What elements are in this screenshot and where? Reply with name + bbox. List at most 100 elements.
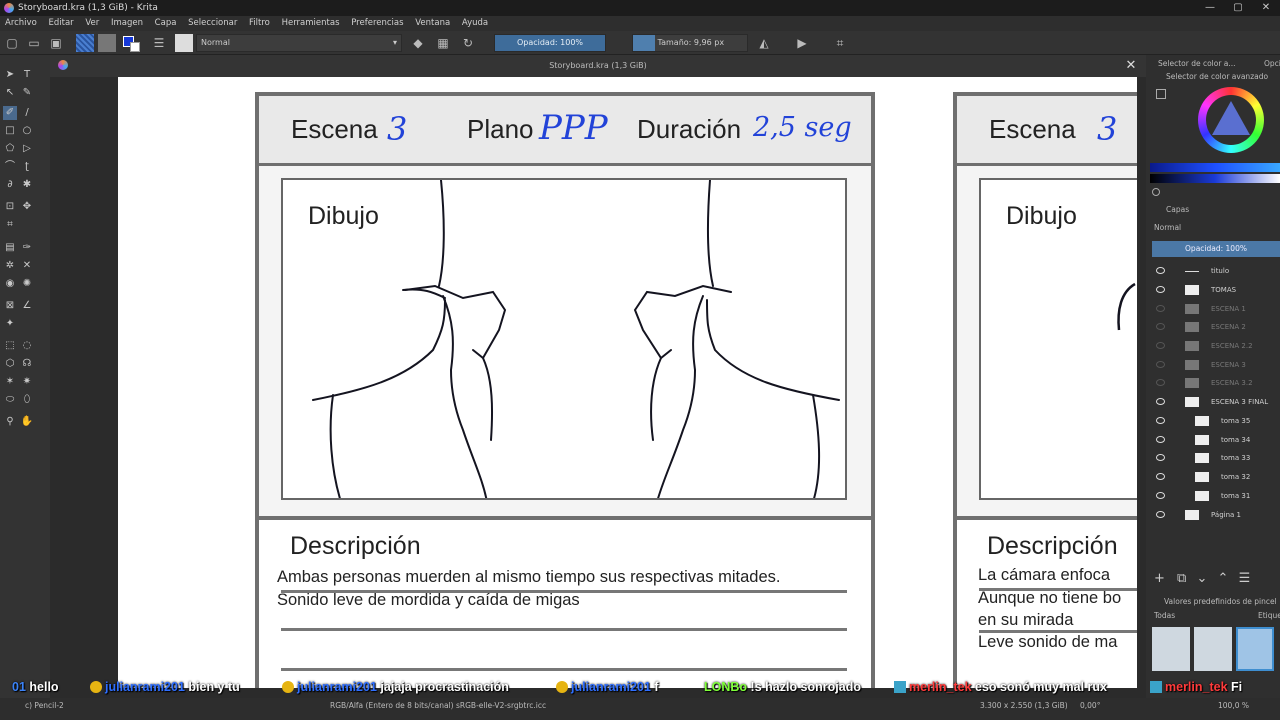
status-zoom[interactable]: 100,0 % [1218,698,1249,714]
similar-select-icon[interactable]: ✷ [20,375,34,389]
menu-editar[interactable]: Editar [43,16,77,31]
eye-icon[interactable] [1156,454,1165,461]
document-tab[interactable]: Storyboard.kra (1,3 GiB) [50,55,1146,77]
brush-tag-select[interactable]: Etique [1258,611,1280,620]
contiguous-select-icon[interactable]: ✶ [3,375,17,389]
polygon-select-icon[interactable]: ⬡ [3,357,17,371]
layer-menu-icon[interactable]: ☰ [1239,571,1251,586]
layer-toma-32[interactable]: toma 32 [1150,468,1280,486]
layer-toma-34[interactable]: toma 34 [1150,431,1280,449]
eye-icon[interactable] [1156,511,1165,518]
brush-preset-1[interactable] [1152,627,1190,671]
smart-patch-icon[interactable]: ✲ [3,259,17,273]
calligraphy-icon[interactable]: ✎ [20,86,34,100]
panel-2-drawing-box[interactable]: Dibujo [979,178,1137,500]
layers-opacity-slider[interactable]: Opacidad: 100% [1152,241,1280,257]
layers-blend-mode[interactable]: Normal [1154,223,1181,232]
freehand-brush-icon[interactable]: ✐ [3,106,17,120]
brush-preset-icon[interactable] [175,34,193,52]
rect-select-icon[interactable]: ⬚ [3,339,17,353]
menu-seleccionar[interactable]: Seleccionar [183,16,241,31]
crop-tool-icon[interactable]: ⌗ [3,218,17,232]
brush-preset-3[interactable] [1236,627,1274,671]
tab-options[interactable]: Opcione [1264,59,1280,68]
tab-color-selector[interactable]: Selector de color a... [1158,59,1236,68]
alpha-lock-icon[interactable]: ▦ [435,35,451,51]
menu-capa[interactable]: Capa [150,16,181,31]
eye-icon[interactable] [1156,286,1165,293]
close-window-button[interactable]: ✕ [1252,0,1280,16]
hue-slider[interactable] [1150,163,1280,172]
select-shapes-icon[interactable]: ➤ [3,68,17,82]
layer-escena-3[interactable]: ESCENA 3 [1150,356,1280,374]
polyline-tool-icon[interactable]: ▷ [20,142,34,156]
layer-toma-35[interactable]: toma 35 [1150,412,1280,430]
transform-tool-icon[interactable]: ⊡ [3,200,17,214]
layer-escena-2[interactable]: ESCENA 2 [1150,318,1280,336]
eye-icon[interactable] [1156,305,1165,312]
ellipse-select-icon[interactable]: ◌ [20,339,34,353]
layer-escena-2-2[interactable]: ESCENA 2.2 [1150,337,1280,355]
duplicate-layer-icon[interactable]: ⧉ [1177,571,1186,586]
rectangle-tool-icon[interactable]: □ [3,124,17,138]
menu-herramientas[interactable]: Herramientas [277,16,344,31]
polygon-tool-icon[interactable]: ⬠ [3,142,17,156]
close-document-button[interactable]: ✕ [1124,58,1138,74]
bezier-select-icon[interactable]: ⬭ [3,393,17,407]
eye-icon[interactable] [1156,267,1165,274]
eye-icon[interactable] [1156,323,1165,330]
multibrush-icon[interactable]: ✱ [20,178,34,192]
layer-toma-31[interactable]: toma 31 [1150,487,1280,505]
panel-1-drawing-box[interactable]: Dibujo [281,178,847,500]
eye-icon[interactable] [1156,417,1165,424]
reload-preset-icon[interactable]: ↻ [460,35,476,51]
eye-icon[interactable] [1156,492,1165,499]
layer-escena-3-2[interactable]: ESCENA 3.2 [1150,374,1280,392]
eye-icon[interactable] [1156,436,1165,443]
ellipse-tool-icon[interactable]: ○ [20,124,34,138]
menu-ventana[interactable]: Ventana [410,16,454,31]
reference-tool-icon[interactable]: ✦ [3,317,17,331]
eye-icon[interactable] [1156,379,1165,386]
move-tool-icon[interactable]: ✥ [20,200,34,214]
size-slider[interactable]: Tamaño: 9,96 px [632,34,748,52]
menu-filtro[interactable]: Filtro [244,16,274,31]
gradient-icon[interactable] [76,34,94,52]
settings-list-icon[interactable]: ☰ [151,35,167,51]
enclose-fill-icon[interactable]: ✺ [20,277,34,291]
eye-icon[interactable] [1156,361,1165,368]
menu-archivo[interactable]: Archivo [0,16,41,31]
layer-pagina-1[interactable]: Página 1 [1150,506,1280,524]
layer-escena-1[interactable]: ESCENA 1 [1150,300,1280,318]
move-down-icon[interactable]: ⌄ [1196,571,1207,586]
wrap-around-icon[interactable]: ⌗ [832,35,848,51]
color-picker-icon[interactable]: ✑ [20,241,34,255]
mirror-horizontal-icon[interactable]: ◭ [756,35,772,51]
opacity-slider[interactable]: Opacidad: 100% [494,34,606,52]
open-folder-icon[interactable]: ▭ [26,35,42,51]
settings-icon[interactable] [1156,89,1166,99]
layer-escena-3-final[interactable]: ESCENA 3 FINAL [1150,393,1280,411]
add-layer-icon[interactable]: + [1154,571,1165,586]
menu-ver[interactable]: Ver [80,16,103,31]
move-up-icon[interactable]: ⌃ [1218,571,1229,586]
line-tool-icon[interactable]: / [20,106,34,120]
measure-tool-icon[interactable]: ∠ [20,299,34,313]
menu-imagen[interactable]: Imagen [106,16,147,31]
menu-preferencias[interactable]: Preferencias [346,16,407,31]
status-brush[interactable]: c) Pencil-2 [25,698,64,714]
background-color-swatch[interactable] [130,42,140,52]
assistant-tool-icon[interactable]: ✕ [20,259,34,273]
pattern-icon[interactable] [98,34,116,52]
pan-tool-icon[interactable]: ✋ [20,415,34,429]
magnetic-select-icon[interactable]: ⬯ [20,393,34,407]
value-slider[interactable] [1150,174,1280,183]
eye-icon[interactable] [1156,473,1165,480]
brush-filter-select[interactable]: Todas [1154,611,1175,620]
save-icon[interactable]: ▣ [48,35,64,51]
canvas[interactable]: Escena 3 Plano PPP Duración 2,5 seg Dibu… [118,77,1137,688]
menu-ayuda[interactable]: Ayuda [457,16,492,31]
text-tool-icon[interactable]: T [20,68,34,82]
brush-preset-2[interactable] [1194,627,1232,671]
edit-shapes-icon[interactable]: ↖ [3,86,17,100]
